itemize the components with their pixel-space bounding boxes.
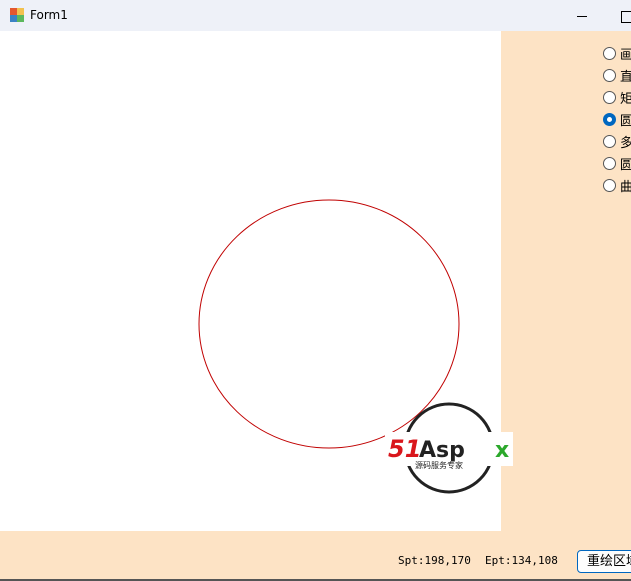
radio-indicator (603, 68, 616, 82)
radio-indicator (603, 178, 616, 192)
radio-shape-3[interactable]: 圆 (603, 108, 631, 130)
radio-label: 圆 (620, 157, 631, 173)
radio-label: 曲 (620, 179, 631, 195)
radio-label: 圆 (620, 113, 631, 129)
radio-shape-5[interactable]: 圆 (603, 152, 631, 174)
radio-indicator (603, 134, 616, 148)
watermark-logo: 51 Asp x 源码服务专家 (385, 402, 513, 494)
radio-indicator (603, 46, 616, 60)
app-icon (10, 8, 24, 22)
svg-text:源码服务专家: 源码服务专家 (415, 460, 463, 470)
radio-shape-2[interactable]: 矩 (603, 86, 631, 108)
svg-text:Asp: Asp (419, 438, 465, 463)
start-point-label: Spt:198,170 (398, 554, 471, 567)
radio-shape-4[interactable]: 多 (603, 130, 631, 152)
end-point-label: Ept:134,108 (485, 554, 558, 567)
svg-text:51: 51 (388, 435, 421, 463)
redraw-button[interactable]: 重绘区域 (577, 550, 631, 573)
minimize-button[interactable] (568, 2, 596, 28)
radio-label: 多 (620, 135, 631, 151)
radio-shape-6[interactable]: 曲 (603, 174, 631, 196)
title-bar: Form1 (0, 0, 631, 31)
radio-indicator (603, 156, 616, 170)
window-title: Form1 (30, 8, 68, 22)
maximize-button[interactable] (608, 2, 631, 28)
shape-radio-group: 画 直 矩 圆 多 圆 曲 (603, 42, 631, 196)
svg-text:x: x (495, 438, 509, 463)
radio-indicator-checked (603, 112, 616, 126)
radio-label: 画 (620, 47, 631, 63)
radio-indicator (603, 90, 616, 104)
radio-label: 矩 (620, 91, 631, 107)
radio-label: 直 (620, 69, 631, 85)
radio-shape-1[interactable]: 直 (603, 64, 631, 86)
radio-shape-0[interactable]: 画 (603, 42, 631, 64)
